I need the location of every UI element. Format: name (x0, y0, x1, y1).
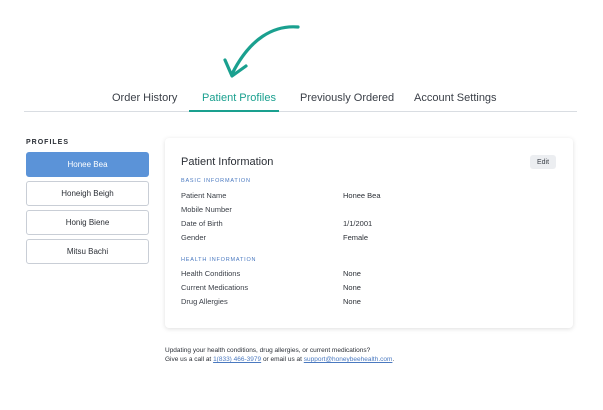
field-label-date-of-birth: Date of Birth (181, 219, 223, 228)
field-value-date-of-birth: 1/1/2001 (343, 219, 373, 228)
help-text-prefix: Give us a call at (165, 356, 214, 363)
field-value-current-medications: None (343, 283, 361, 292)
field-label-health-conditions: Health Conditions (181, 269, 241, 278)
tab-account-settings[interactable]: Account Settings (414, 88, 497, 108)
help-text-line-2: Give us a call at 1(833) 466-3979 or ema… (165, 355, 394, 364)
field-label-patient-name: Patient Name (181, 191, 227, 200)
field-value-drug-allergies: None (343, 297, 361, 306)
field-label-gender: Gender (181, 233, 207, 242)
profiles-heading: PROFILES (26, 139, 70, 146)
email-link[interactable]: support@honeybeehealth.com (304, 356, 393, 363)
field-label-mobile-number: Mobile Number (181, 205, 232, 214)
field-label-drug-allergies: Drug Allergies (181, 297, 228, 306)
phone-link[interactable]: 1(833) 466-3979 (213, 356, 261, 363)
patient-information-card: Patient Information Edit BASIC INFORMATI… (165, 138, 573, 328)
tab-patient-profiles[interactable]: Patient Profiles (202, 88, 276, 108)
help-text-suffix: . (392, 356, 395, 363)
field-label-current-medications: Current Medications (181, 283, 249, 292)
profile-button-honee-bea[interactable]: Honee Bea (26, 152, 149, 177)
field-value-gender: Female (343, 233, 369, 242)
help-text: Updating your health conditions, drug al… (165, 346, 394, 364)
curved-arrow-icon (223, 25, 300, 78)
profile-button-honig-biene[interactable]: Honig Biene (26, 210, 149, 235)
card-title: Patient Information (181, 156, 274, 168)
edit-button[interactable]: Edit (530, 155, 556, 169)
tab-previously-ordered[interactable]: Previously Ordered (300, 88, 394, 108)
help-text-line-1: Updating your health conditions, drug al… (165, 347, 371, 354)
help-text-middle: or email us at (261, 356, 304, 363)
field-value-health-conditions: None (343, 269, 361, 278)
field-value-patient-name: Honee Bea (343, 191, 381, 200)
tab-order-history[interactable]: Order History (112, 88, 177, 108)
profile-button-honeigh-beigh[interactable]: Honeigh Beigh (26, 181, 149, 206)
basic-information-heading: BASIC INFORMATION (181, 178, 251, 184)
active-tab-indicator (189, 110, 279, 112)
health-information-heading: HEALTH INFORMATION (181, 257, 257, 263)
profile-button-mitsu-bachi[interactable]: Mitsu Bachi (26, 239, 149, 264)
account-tabs: Order History Patient Profiles Previousl… (24, 88, 577, 112)
